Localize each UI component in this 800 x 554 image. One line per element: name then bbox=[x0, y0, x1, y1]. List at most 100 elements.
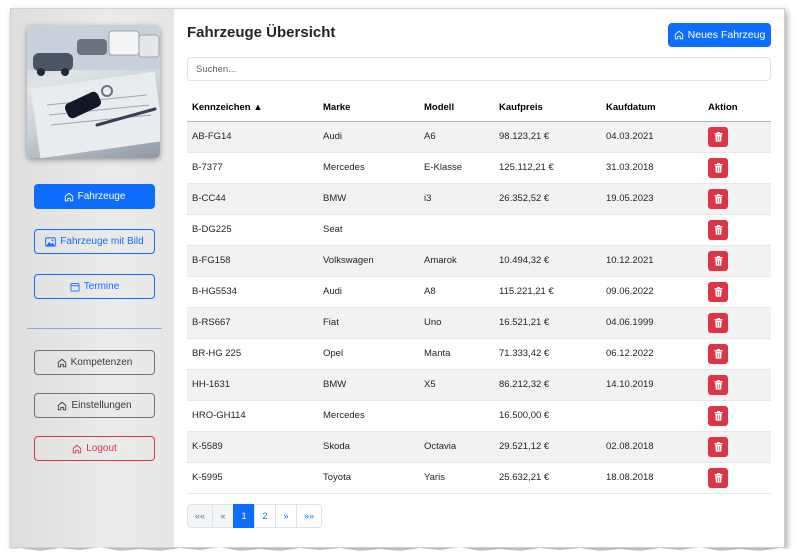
pagination-first[interactable]: «« bbox=[187, 504, 214, 528]
delete-button[interactable] bbox=[708, 467, 728, 488]
delete-button[interactable] bbox=[708, 250, 728, 271]
cell-kaufpreis: 86.212,32 € bbox=[494, 369, 601, 401]
cell-kennzeichen: B-7377 bbox=[187, 152, 318, 184]
cell-kaufdatum: 19.05.2023 bbox=[601, 183, 703, 215]
trash-icon bbox=[714, 162, 722, 173]
sidebar-item-einstellungen[interactable]: Einstellungen bbox=[34, 393, 155, 418]
cell-aktion bbox=[703, 338, 771, 370]
cell-marke: Skoda bbox=[318, 431, 419, 463]
pagination-page-1[interactable]: 1 bbox=[233, 504, 256, 528]
column-header-modell: Modell bbox=[419, 95, 494, 122]
cell-kaufdatum: 31.03.2018 bbox=[601, 152, 703, 184]
new-vehicle-button[interactable]: Neues Fahrzeug bbox=[668, 23, 771, 47]
cell-kaufpreis: 115.221,21 € bbox=[494, 276, 601, 308]
trash-icon bbox=[714, 441, 722, 452]
trash-icon bbox=[714, 379, 722, 390]
cell-kennzeichen: B-DG225 bbox=[187, 214, 318, 246]
delete-button[interactable] bbox=[708, 281, 728, 302]
delete-button[interactable] bbox=[708, 343, 728, 364]
column-header-kennzeichen[interactable]: Kennzeichen ▲ bbox=[187, 95, 318, 122]
search-input[interactable] bbox=[187, 57, 771, 81]
cell-marke: Audi bbox=[318, 121, 419, 153]
delete-button[interactable] bbox=[708, 436, 728, 457]
cell-marke: Audi bbox=[318, 276, 419, 308]
pagination-prev[interactable]: « bbox=[212, 504, 235, 528]
cell-kennzeichen: HH-1631 bbox=[187, 369, 318, 401]
cell-aktion bbox=[703, 276, 771, 308]
cell-aktion bbox=[703, 183, 771, 215]
cell-modell: Uno bbox=[419, 307, 494, 339]
cell-aktion bbox=[703, 121, 771, 153]
cell-modell: A8 bbox=[419, 276, 494, 308]
cell-modell: X5 bbox=[419, 369, 494, 401]
cell-kaufdatum bbox=[601, 214, 703, 246]
delete-button[interactable] bbox=[708, 219, 728, 240]
cell-aktion bbox=[703, 152, 771, 184]
cell-modell: Yaris bbox=[419, 462, 494, 494]
main-content: Fahrzeuge Übersicht Neues Fahrzeug Kennz… bbox=[174, 9, 784, 547]
table-row: K-5589 Skoda Octavia 29.521,12 €02.08.2018 bbox=[187, 431, 771, 463]
sidebar-item-label: Termine bbox=[83, 281, 120, 292]
delete-button[interactable] bbox=[708, 126, 728, 147]
pagination-last[interactable]: »» bbox=[296, 504, 323, 528]
cell-marke: BMW bbox=[318, 369, 419, 401]
image-icon bbox=[45, 236, 57, 247]
new-vehicle-label: Neues Fahrzeug bbox=[687, 29, 766, 41]
cell-aktion bbox=[703, 400, 771, 432]
table-row: HH-1631 BMW X5 86.212,32 €14.10.2019 bbox=[187, 369, 771, 401]
trash-icon bbox=[714, 131, 722, 142]
delete-button[interactable] bbox=[708, 374, 728, 395]
cell-marke: Mercedes bbox=[318, 152, 419, 184]
sidebar-item-label: Einstellungen bbox=[71, 400, 132, 411]
sidebar-item-label: Logout bbox=[86, 443, 117, 454]
cell-marke: Seat bbox=[318, 214, 419, 246]
sidebar-item-fahrzeuge[interactable]: Fahrzeuge bbox=[34, 184, 155, 209]
cell-kaufdatum: 14.10.2019 bbox=[601, 369, 703, 401]
home-icon bbox=[57, 358, 66, 367]
sidebar-item-logout[interactable]: Logout bbox=[34, 436, 155, 461]
delete-button[interactable] bbox=[708, 405, 728, 426]
delete-button[interactable] bbox=[708, 312, 728, 333]
trash-icon bbox=[714, 286, 722, 297]
table-row: B-DG225 Seat bbox=[187, 214, 771, 246]
table-row: AB-FG14 Audi A6 98.123,21 €04.03.2021 bbox=[187, 121, 771, 153]
cell-kaufpreis: 98.123,21 € bbox=[494, 121, 601, 153]
cell-kennzeichen: AB-FG14 bbox=[187, 121, 318, 153]
home-icon bbox=[64, 192, 73, 201]
cell-marke: Mercedes bbox=[318, 400, 419, 432]
table-row: B-RS667 Fiat Uno 16.521,21 €04.06.1999 bbox=[187, 307, 771, 339]
cell-aktion bbox=[703, 369, 771, 401]
cell-kaufpreis: 26.352,52 € bbox=[494, 183, 601, 215]
table-header-row: Kennzeichen ▲ Marke Modell Kaufpreis Kau… bbox=[187, 95, 771, 122]
cell-kaufdatum: 09.06.2022 bbox=[601, 276, 703, 308]
cell-kaufpreis: 10.494,32 € bbox=[494, 245, 601, 277]
calendar-icon bbox=[70, 282, 80, 291]
home-icon bbox=[674, 30, 683, 40]
cell-marke: Volkswagen bbox=[318, 245, 419, 277]
sidebar-item-termine[interactable]: Termine bbox=[34, 274, 155, 299]
sidebar-item-fahrzeuge-mit-bild[interactable]: Fahrzeuge mit Bild bbox=[34, 229, 155, 254]
table-row: B-7377 Mercedes E-Klasse 125.112,21 €31.03.… bbox=[187, 152, 771, 184]
cell-kaufpreis: 71.333,42 € bbox=[494, 338, 601, 370]
page-title: Fahrzeuge Übersicht bbox=[187, 24, 336, 41]
table-row: B-HG5534 Audi A8 115.221,21 €09.06.2022 bbox=[187, 276, 771, 308]
cell-marke: Toyota bbox=[318, 462, 419, 494]
cell-kennzeichen: B-CC44 bbox=[187, 183, 318, 215]
pagination-page-2[interactable]: 2 bbox=[254, 504, 277, 528]
vehicle-table: Kennzeichen ▲ Marke Modell Kaufpreis Kau… bbox=[187, 95, 771, 494]
cell-kaufdatum: 10.12.2021 bbox=[601, 245, 703, 277]
hero-image bbox=[27, 25, 160, 158]
cell-modell bbox=[419, 400, 494, 432]
sidebar-item-kompetenzen[interactable]: Kompetenzen bbox=[34, 350, 155, 375]
delete-button[interactable] bbox=[708, 157, 728, 178]
cell-modell: i3 bbox=[419, 183, 494, 215]
home-icon bbox=[73, 444, 82, 453]
cell-kaufpreis: 16.500,00 € bbox=[494, 400, 601, 432]
delete-button[interactable] bbox=[708, 188, 728, 209]
cell-kaufdatum: 02.08.2018 bbox=[601, 431, 703, 463]
cell-kaufpreis: 16.521,21 € bbox=[494, 307, 601, 339]
table-row: K-5995 Toyota Yaris 25.632,21 €18.08.2018 bbox=[187, 462, 771, 494]
cell-kaufpreis: 25.632,21 € bbox=[494, 462, 601, 494]
cell-kennzeichen: BR-HG 225 bbox=[187, 338, 318, 370]
pagination-next[interactable]: » bbox=[275, 504, 298, 528]
